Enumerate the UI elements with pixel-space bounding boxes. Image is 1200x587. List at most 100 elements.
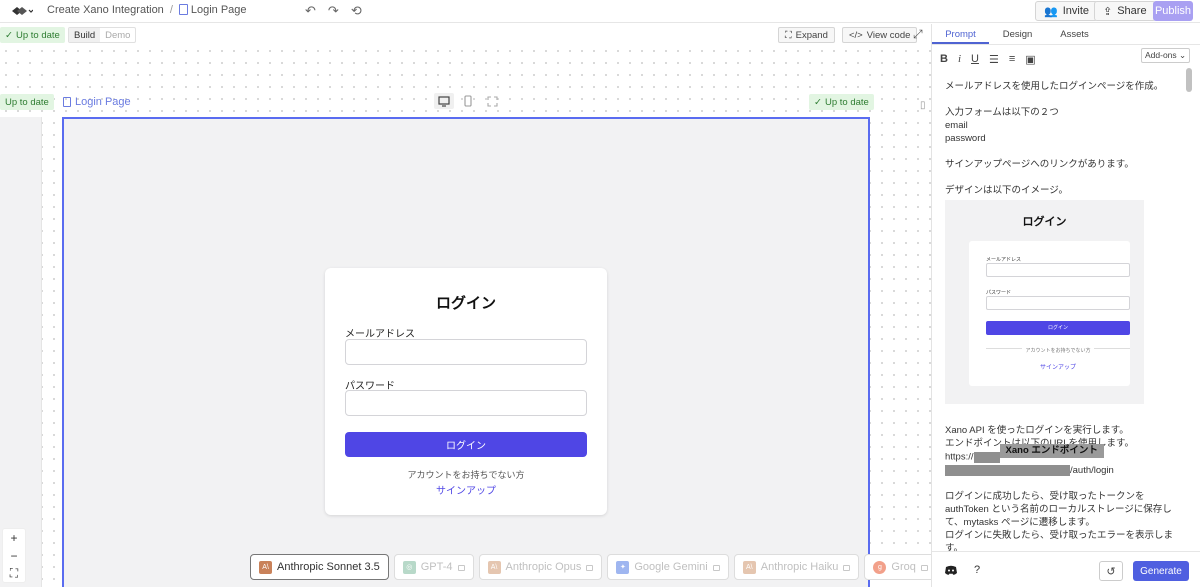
check-icon: ✓: [5, 29, 13, 41]
model-chip[interactable]: g Groq: [864, 554, 937, 580]
prompt-line: email: [945, 120, 968, 131]
mock-card: メールアドレス パスワード ログイン アカウントをお持ちでない方 サインアップ: [969, 241, 1130, 386]
app-logo-icon[interactable]: [11, 4, 33, 18]
mobile-icon[interactable]: [458, 93, 478, 109]
zoom-out-button[interactable]: −: [3, 547, 25, 564]
page-icon: [178, 4, 188, 15]
view-code-label: View code: [866, 29, 911, 41]
prompt-paragraph: メールアドレスを使用したログインページを作成。: [945, 81, 1164, 92]
prompt-line: authToken という名前のローカルストレージに保存して、mytasks ペ…: [945, 504, 1172, 528]
top-bar: Create Xano Integration / Login Page ↶ ↷…: [0, 0, 1200, 23]
signup-link[interactable]: サインアップ: [325, 482, 607, 497]
frame-title[interactable]: Login Page: [63, 96, 131, 108]
right-panel: Prompt Design Assets B i U ☰ ≡ ▣ Add-ons…: [931, 24, 1200, 587]
discord-icon[interactable]: [943, 563, 959, 577]
undo-icon[interactable]: ↶: [305, 3, 316, 19]
mock-title: ログイン: [1022, 216, 1067, 228]
model-chip[interactable]: ✦ Google Gemini: [607, 554, 729, 580]
frame-status-badge: ✓ Up to date: [809, 94, 874, 110]
prompt-line: Xano API を使ったログインを実行します。: [945, 425, 1129, 436]
check-icon: ✓: [814, 96, 822, 108]
tab-prompt[interactable]: Prompt: [932, 24, 989, 44]
panel-footer: ? ↺ Generate: [932, 551, 1200, 587]
bold-icon[interactable]: B: [940, 53, 948, 65]
panel-tabs: Prompt Design Assets: [932, 24, 1200, 45]
mock-login-button: ログイン: [986, 321, 1130, 335]
image-icon[interactable]: ▣: [1025, 53, 1035, 66]
prompt-scrollbar[interactable]: [1185, 68, 1193, 544]
help-icon[interactable]: ?: [969, 563, 985, 577]
zoom-in-button[interactable]: +: [3, 529, 25, 546]
underline-icon[interactable]: U: [971, 53, 979, 65]
frame-title-label: Login Page: [75, 96, 131, 108]
email-field[interactable]: [345, 339, 587, 365]
mode-toggle: Build Demo: [68, 27, 137, 43]
prompt-editor[interactable]: メールアドレスを使用したログインページを作成。 入力フォームは以下の２つ ema…: [945, 80, 1177, 568]
generate-button[interactable]: Generate: [1133, 561, 1189, 581]
model-chip[interactable]: ◎ GPT-4: [393, 554, 474, 580]
prompt-paragraph: デザインは以下のイメージ。: [945, 185, 1069, 196]
page-icon: [63, 97, 71, 107]
mock-note-text: アカウントをお持ちでない方: [1022, 348, 1094, 354]
redaction-label: Xano エンドポイント: [999, 444, 1104, 458]
model-logo-icon: A\: [487, 560, 501, 574]
ordered-list-icon[interactable]: ☰: [989, 53, 999, 66]
model-chip[interactable]: A\ Anthropic Opus: [478, 554, 603, 580]
history-icon[interactable]: ⟲: [351, 3, 362, 19]
share-icon: ⇪: [1103, 5, 1113, 18]
prev-frame-status-badge: Up to date: [0, 94, 54, 110]
tab-assets[interactable]: Assets: [1046, 24, 1103, 44]
expand-icon: ⛶: [785, 29, 792, 41]
breadcrumb-page[interactable]: Login Page: [178, 4, 247, 16]
fit-view-button[interactable]: ⛶: [3, 565, 25, 582]
model-logo-icon: ◎: [402, 560, 416, 574]
mode-build[interactable]: Build: [69, 28, 101, 42]
previous-frame[interactable]: [0, 117, 42, 587]
device-toggle: [434, 93, 502, 109]
bullet-list-icon[interactable]: ≡: [1009, 53, 1015, 65]
fullscreen-icon[interactable]: ⤢: [913, 27, 923, 42]
mode-demo[interactable]: Demo: [100, 28, 135, 42]
model-logo-icon: ✦: [616, 560, 630, 574]
invite-button[interactable]: 👥 Invite: [1035, 1, 1098, 21]
redaction-block: [945, 464, 1070, 476]
email-label: メールアドレス: [345, 329, 415, 340]
users-icon: 👥: [1044, 5, 1058, 18]
history-controls: ↶ ↷ ⟲: [305, 3, 362, 19]
prompt-paragraph: Xano API を使ったログインを実行します。 エンドポイントは以下のURLを…: [945, 424, 1177, 477]
model-chip[interactable]: A\ Anthropic Haiku: [733, 554, 860, 580]
breadcrumb-project[interactable]: Create Xano Integration: [47, 4, 164, 16]
model-label: Google Gemini: [634, 561, 708, 573]
chevron-down-icon: ⌄: [1179, 50, 1187, 60]
redo-icon[interactable]: ↷: [328, 3, 339, 19]
desktop-icon[interactable]: [434, 93, 454, 109]
breadcrumb-page-label: Login Page: [190, 4, 247, 16]
mock-note: アカウントをお持ちでない方: [969, 345, 1147, 358]
prompt-paragraph: ログインに成功したら、受け取ったトークンを authToken という名前のロー…: [945, 490, 1177, 555]
model-logo-icon: g: [873, 560, 887, 574]
share-button[interactable]: ⇪ Share: [1094, 1, 1156, 21]
model-chip[interactable]: A\ Anthropic Sonnet 3.5: [250, 554, 389, 580]
publish-button[interactable]: Publish: [1153, 1, 1193, 21]
mock-signup-link: サインアップ: [1039, 365, 1076, 371]
scrollbar-thumb[interactable]: [1186, 68, 1192, 92]
zoom-controls: + − ⛶: [2, 528, 26, 583]
login-button[interactable]: ログイン: [345, 432, 587, 457]
password-field[interactable]: [345, 390, 587, 416]
prompt-line: https://: [945, 451, 974, 463]
lock-icon: [920, 565, 928, 571]
model-label: GPT-4: [420, 561, 453, 573]
fit-screen-icon[interactable]: [482, 93, 502, 109]
mock-email-field: [986, 263, 1130, 277]
italic-icon[interactable]: i: [958, 53, 961, 65]
canvas-toolbar: ✓ Up to date Build Demo ⛶ Expand </> Vie…: [0, 24, 931, 45]
tab-design[interactable]: Design: [989, 24, 1046, 44]
share-label: Share: [1117, 5, 1147, 17]
expand-button[interactable]: ⛶ Expand: [778, 27, 835, 43]
next-frame-page-icon[interactable]: ▯: [920, 100, 926, 111]
model-logo-icon: A\: [742, 560, 756, 574]
reset-icon[interactable]: ↺: [1099, 561, 1123, 581]
addons-select[interactable]: Add-ons ⌄: [1141, 48, 1191, 63]
model-label: Anthropic Opus: [505, 561, 582, 573]
view-code-button[interactable]: </> View code: [842, 27, 918, 43]
